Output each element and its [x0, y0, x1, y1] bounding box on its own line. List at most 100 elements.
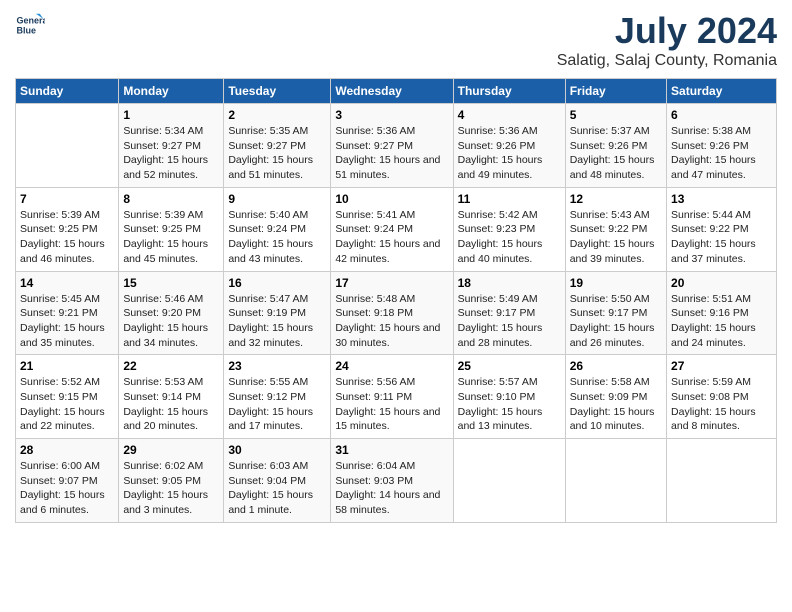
- column-header-saturday: Saturday: [667, 79, 777, 104]
- logo-icon: General Blue: [15, 10, 45, 40]
- calendar-cell: 7 Sunrise: 5:39 AM Sunset: 9:25 PM Daylig…: [16, 187, 119, 271]
- day-info: Sunrise: 6:02 AM Sunset: 9:05 PM Dayligh…: [123, 459, 219, 518]
- day-number: 27: [671, 359, 772, 373]
- day-info: Sunrise: 5:36 AM Sunset: 9:27 PM Dayligh…: [335, 124, 448, 183]
- calendar-cell: 12 Sunrise: 5:43 AM Sunset: 9:22 PM Dayli…: [565, 187, 666, 271]
- day-number: 16: [228, 276, 326, 290]
- day-info: Sunrise: 5:59 AM Sunset: 9:08 PM Dayligh…: [671, 375, 772, 434]
- calendar-cell: 29Sunrise: 6:02 AM Sunset: 9:05 PM Dayli…: [119, 439, 224, 523]
- day-number: 24: [335, 359, 448, 373]
- day-number: 7: [20, 192, 114, 206]
- calendar-cell: 20 Sunrise: 5:51 AM Sunset: 9:16 PM Dayli…: [667, 271, 777, 355]
- calendar-cell: 9Sunrise: 5:40 AM Sunset: 9:24 PM Daylig…: [224, 187, 331, 271]
- calendar-cell: 4 Sunrise: 5:36 AM Sunset: 9:26 PM Daylig…: [453, 104, 565, 188]
- day-number: 26: [570, 359, 662, 373]
- column-header-tuesday: Tuesday: [224, 79, 331, 104]
- calendar-cell: 19Sunrise: 5:50 AM Sunset: 9:17 PM Dayli…: [565, 271, 666, 355]
- week-row: 28 Sunrise: 6:00 AM Sunset: 9:07 PM Dayli…: [16, 439, 777, 523]
- day-number: 25: [458, 359, 561, 373]
- week-row: 1 Sunrise: 5:34 AM Sunset: 9:27 PM Daylig…: [16, 104, 777, 188]
- day-number: 30: [228, 443, 326, 457]
- column-header-thursday: Thursday: [453, 79, 565, 104]
- calendar-cell: 16 Sunrise: 5:47 AM Sunset: 9:19 PM Dayli…: [224, 271, 331, 355]
- day-info: Sunrise: 5:44 AM Sunset: 9:22 PM Dayligh…: [671, 208, 772, 267]
- day-info: Sunrise: 5:42 AM Sunset: 9:23 PM Dayligh…: [458, 208, 561, 267]
- header: General Blue July 2024 Salatig, Salaj Co…: [15, 10, 777, 70]
- day-number: 3: [335, 108, 448, 122]
- day-number: 6: [671, 108, 772, 122]
- calendar-cell: 17 Sunrise: 5:48 AM Sunset: 9:18 PM Dayli…: [331, 271, 453, 355]
- day-info: Sunrise: 5:41 AM Sunset: 9:24 PM Dayligh…: [335, 208, 448, 267]
- day-number: 28: [20, 443, 114, 457]
- day-info: Sunrise: 6:00 AM Sunset: 9:07 PM Dayligh…: [20, 459, 114, 518]
- day-number: 1: [123, 108, 219, 122]
- day-info: Sunrise: 5:51 AM Sunset: 9:16 PM Dayligh…: [671, 292, 772, 351]
- day-info: Sunrise: 5:56 AM Sunset: 9:11 PM Dayligh…: [335, 375, 448, 434]
- day-info: Sunrise: 5:43 AM Sunset: 9:22 PM Dayligh…: [570, 208, 662, 267]
- title-block: July 2024 Salatig, Salaj County, Romania: [557, 10, 777, 70]
- calendar-cell: 14 Sunrise: 5:45 AM Sunset: 9:21 PM Dayli…: [16, 271, 119, 355]
- day-info: Sunrise: 5:58 AM Sunset: 9:09 PM Dayligh…: [570, 375, 662, 434]
- calendar-cell: 6 Sunrise: 5:38 AM Sunset: 9:26 PM Daylig…: [667, 104, 777, 188]
- day-number: 31: [335, 443, 448, 457]
- day-info: Sunrise: 5:34 AM Sunset: 9:27 PM Dayligh…: [123, 124, 219, 183]
- calendar-cell: 28 Sunrise: 6:00 AM Sunset: 9:07 PM Dayli…: [16, 439, 119, 523]
- day-number: 17: [335, 276, 448, 290]
- calendar-cell: 24 Sunrise: 5:56 AM Sunset: 9:11 PM Dayli…: [331, 355, 453, 439]
- week-row: 21Sunrise: 5:52 AM Sunset: 9:15 PM Dayli…: [16, 355, 777, 439]
- calendar-cell: [453, 439, 565, 523]
- day-number: 19: [570, 276, 662, 290]
- day-number: 22: [123, 359, 219, 373]
- day-info: Sunrise: 5:57 AM Sunset: 9:10 PM Dayligh…: [458, 375, 561, 434]
- week-row: 14 Sunrise: 5:45 AM Sunset: 9:21 PM Dayli…: [16, 271, 777, 355]
- column-header-wednesday: Wednesday: [331, 79, 453, 104]
- day-number: 14: [20, 276, 114, 290]
- day-info: Sunrise: 5:46 AM Sunset: 9:20 PM Dayligh…: [123, 292, 219, 351]
- main-title: July 2024: [557, 10, 777, 52]
- day-info: Sunrise: 5:48 AM Sunset: 9:18 PM Dayligh…: [335, 292, 448, 351]
- day-number: 5: [570, 108, 662, 122]
- day-number: 4: [458, 108, 561, 122]
- column-header-sunday: Sunday: [16, 79, 119, 104]
- logo: General Blue: [15, 10, 45, 40]
- day-info: Sunrise: 5:38 AM Sunset: 9:26 PM Dayligh…: [671, 124, 772, 183]
- calendar-cell: 23Sunrise: 5:55 AM Sunset: 9:12 PM Dayli…: [224, 355, 331, 439]
- calendar-cell: 21Sunrise: 5:52 AM Sunset: 9:15 PM Dayli…: [16, 355, 119, 439]
- svg-text:Blue: Blue: [17, 25, 37, 35]
- day-info: Sunrise: 5:47 AM Sunset: 9:19 PM Dayligh…: [228, 292, 326, 351]
- calendar-table: SundayMondayTuesdayWednesdayThursdayFrid…: [15, 78, 777, 523]
- calendar-cell: 11Sunrise: 5:42 AM Sunset: 9:23 PM Dayli…: [453, 187, 565, 271]
- calendar-cell: 18Sunrise: 5:49 AM Sunset: 9:17 PM Dayli…: [453, 271, 565, 355]
- day-info: Sunrise: 5:55 AM Sunset: 9:12 PM Dayligh…: [228, 375, 326, 434]
- calendar-cell: 31Sunrise: 6:04 AM Sunset: 9:03 PM Dayli…: [331, 439, 453, 523]
- calendar-cell: 13 Sunrise: 5:44 AM Sunset: 9:22 PM Dayli…: [667, 187, 777, 271]
- calendar-cell: 8 Sunrise: 5:39 AM Sunset: 9:25 PM Daylig…: [119, 187, 224, 271]
- day-info: Sunrise: 5:39 AM Sunset: 9:25 PM Dayligh…: [20, 208, 114, 267]
- calendar-cell: 25 Sunrise: 5:57 AM Sunset: 9:10 PM Dayli…: [453, 355, 565, 439]
- calendar-cell: 22 Sunrise: 5:53 AM Sunset: 9:14 PM Dayli…: [119, 355, 224, 439]
- day-info: Sunrise: 5:37 AM Sunset: 9:26 PM Dayligh…: [570, 124, 662, 183]
- calendar-cell: 2Sunrise: 5:35 AM Sunset: 9:27 PM Daylig…: [224, 104, 331, 188]
- week-row: 7 Sunrise: 5:39 AM Sunset: 9:25 PM Daylig…: [16, 187, 777, 271]
- calendar-cell: [565, 439, 666, 523]
- day-number: 8: [123, 192, 219, 206]
- day-number: 12: [570, 192, 662, 206]
- day-info: Sunrise: 5:53 AM Sunset: 9:14 PM Dayligh…: [123, 375, 219, 434]
- column-header-friday: Friday: [565, 79, 666, 104]
- day-info: Sunrise: 5:45 AM Sunset: 9:21 PM Dayligh…: [20, 292, 114, 351]
- day-info: Sunrise: 5:39 AM Sunset: 9:25 PM Dayligh…: [123, 208, 219, 267]
- calendar-cell: [16, 104, 119, 188]
- day-info: Sunrise: 5:36 AM Sunset: 9:26 PM Dayligh…: [458, 124, 561, 183]
- calendar-cell: 15Sunrise: 5:46 AM Sunset: 9:20 PM Dayli…: [119, 271, 224, 355]
- column-header-monday: Monday: [119, 79, 224, 104]
- calendar-cell: 26 Sunrise: 5:58 AM Sunset: 9:09 PM Dayli…: [565, 355, 666, 439]
- day-info: Sunrise: 5:52 AM Sunset: 9:15 PM Dayligh…: [20, 375, 114, 434]
- day-number: 20: [671, 276, 772, 290]
- day-number: 13: [671, 192, 772, 206]
- day-info: Sunrise: 5:49 AM Sunset: 9:17 PM Dayligh…: [458, 292, 561, 351]
- day-number: 2: [228, 108, 326, 122]
- day-info: Sunrise: 6:03 AM Sunset: 9:04 PM Dayligh…: [228, 459, 326, 518]
- day-info: Sunrise: 5:40 AM Sunset: 9:24 PM Dayligh…: [228, 208, 326, 267]
- calendar-cell: 30 Sunrise: 6:03 AM Sunset: 9:04 PM Dayli…: [224, 439, 331, 523]
- subtitle: Salatig, Salaj County, Romania: [557, 52, 777, 70]
